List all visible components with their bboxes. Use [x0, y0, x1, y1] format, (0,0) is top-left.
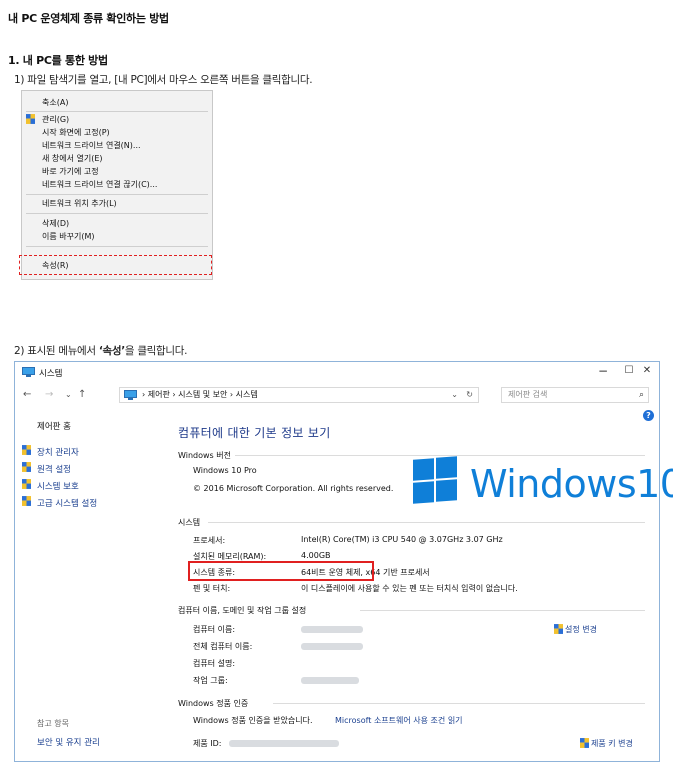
menu-separator	[26, 246, 208, 247]
group-divider	[360, 610, 645, 611]
group-divider	[235, 455, 645, 456]
step-2-post: 을 클릭합니다.	[124, 345, 188, 357]
menu-item-map-drive[interactable]: 네트워크 드라이브 연결(N)...	[42, 140, 141, 151]
address-row: ← → ⌄ ↑ › 제어판 › 시스템 및 보안 › 시스템 ⌄ ↻ 제어판 검…	[15, 384, 659, 406]
menu-separator	[26, 213, 208, 214]
sidebar-item-advanced[interactable]: 고급 시스템 설정	[22, 496, 98, 509]
refresh-icon[interactable]: ↻	[466, 388, 473, 402]
search-icon[interactable]: ⌕	[639, 388, 644, 402]
windows-logo-icon	[413, 456, 457, 504]
pen-touch-label: 펜 및 터치:	[193, 584, 231, 593]
computer-description-label: 컴퓨터 설명:	[193, 659, 236, 668]
menu-item-manage[interactable]: 관리(G)	[42, 114, 69, 125]
section-heading: 1. 내 PC를 통한 방법	[8, 54, 108, 67]
help-icon[interactable]: ?	[643, 410, 654, 421]
menu-item-pin-quick[interactable]: 바로 가기에 고정	[42, 166, 99, 177]
see-also-label: 참고 항목	[37, 719, 69, 728]
shield-icon	[554, 624, 563, 634]
system-group-label: 시스템	[178, 518, 201, 527]
step-2-bold: ‘속성’	[98, 345, 125, 357]
maximize-button[interactable]: ☐	[619, 365, 639, 376]
minimize-button[interactable]: −	[593, 364, 613, 378]
menu-separator	[26, 111, 208, 112]
redacted-value	[301, 626, 363, 633]
change-product-key-link[interactable]: 제품 키 변경	[580, 738, 633, 749]
title-bar: 시스템 − ☐ ✕	[15, 362, 659, 382]
sidebar-item-protection[interactable]: 시스템 보호	[22, 479, 79, 492]
ram-value: 4.00GB	[301, 551, 331, 560]
redacted-value	[301, 677, 359, 684]
menu-item-collapse[interactable]: 축소(A)	[42, 97, 68, 108]
processor-label: 프로세서:	[193, 536, 226, 545]
activation-group-label: Windows 정품 인증	[178, 699, 249, 708]
computer-name-label: 컴퓨터 이름:	[193, 625, 236, 634]
processor-value: Intel(R) Core(TM) i3 CPU 540 @ 3.07GHz 3…	[301, 535, 503, 544]
address-bar[interactable]: › 제어판 › 시스템 및 보안 › 시스템 ⌄ ↻	[119, 387, 479, 403]
search-placeholder: 제어판 검색	[508, 390, 548, 399]
sidebar-item-label: 원격 설정	[37, 465, 71, 475]
pen-touch-value: 이 디스플레이에 사용할 수 있는 펜 또는 터치식 입력이 없습니다.	[301, 584, 518, 593]
window-title: 시스템	[39, 369, 63, 379]
activation-text: Windows 정품 인증을 받았습니다.	[193, 716, 313, 725]
menu-item-rename[interactable]: 이름 바꾸기(M)	[42, 231, 95, 242]
copyright-text: © 2016 Microsoft Corporation. All rights…	[193, 484, 394, 493]
computer-name-group-label: 컴퓨터 이름, 도메인 및 작업 그룹 설정	[178, 606, 307, 615]
step-2-text: 2) 표시된 메뉴에서 ‘속성’을 클릭합니다.	[14, 343, 187, 358]
doc-title: 내 PC 운영체제 종류 확인하는 방법	[8, 12, 169, 25]
sidebar: 제어판 홈 장치 관리자 원격 설정 시스템 보호 고급 시스템 설정 참고 항…	[15, 412, 165, 762]
shield-icon	[22, 479, 31, 489]
address-dropdown-icon[interactable]: ⌄	[451, 388, 458, 402]
sidebar-home[interactable]: 제어판 홈	[37, 420, 71, 432]
menu-item-disconnect-drive[interactable]: 네트워크 드라이브 연결 끊기(C)...	[42, 179, 157, 190]
breadcrumb[interactable]: › 제어판 › 시스템 및 보안 › 시스템	[142, 388, 258, 402]
properties-highlight	[19, 255, 212, 275]
shield-icon	[22, 462, 31, 472]
menu-item-delete[interactable]: 삭제(D)	[42, 218, 69, 229]
menu-item-pin-start[interactable]: 시작 화면에 고정(P)	[42, 127, 110, 138]
change-settings-link[interactable]: 설정 변경	[554, 624, 597, 635]
system-window: 시스템 − ☐ ✕ ← → ⌄ ↑ › 제어판 › 시스템 및 보안 › 시스템…	[14, 361, 673, 762]
windows-wordmark: Windows10	[470, 462, 673, 506]
sidebar-item-remote[interactable]: 원격 설정	[22, 462, 71, 475]
redacted-value	[229, 740, 339, 747]
sidebar-item-security[interactable]: 보안 및 유지 관리	[37, 736, 100, 748]
up-arrow-icon[interactable]: ↑	[78, 389, 86, 400]
close-button[interactable]: ✕	[637, 365, 657, 376]
edition-group-label: Windows 버전	[178, 451, 231, 460]
step-2-pre: 2) 표시된 메뉴에서	[14, 345, 99, 357]
redacted-value	[301, 643, 363, 650]
sidebar-item-device-manager[interactable]: 장치 관리자	[22, 445, 79, 458]
back-arrow-icon[interactable]: ←	[23, 389, 31, 400]
sidebar-item-label: 고급 시스템 설정	[37, 499, 98, 509]
search-input[interactable]: 제어판 검색 ⌕	[501, 387, 649, 403]
chevron-down-icon[interactable]: ⌄	[65, 390, 72, 399]
sidebar-item-label: 시스템 보호	[37, 482, 79, 492]
license-link[interactable]: Microsoft 소프트웨어 사용 조건 읽기	[335, 715, 463, 726]
page-title: 컴퓨터에 대한 기본 정보 보기	[178, 426, 331, 440]
workgroup-label: 작업 그룹:	[193, 676, 228, 685]
full-computer-name-label: 전체 컴퓨터 이름:	[193, 642, 253, 651]
system-type-highlight	[188, 561, 374, 581]
menu-item-new-window[interactable]: 새 창에서 열기(E)	[42, 153, 103, 164]
forward-arrow-icon[interactable]: →	[45, 389, 53, 400]
context-menu: 축소(A) 관리(G) 시작 화면에 고정(P) 네트워크 드라이브 연결(N)…	[19, 90, 213, 280]
sidebar-item-label: 장치 관리자	[37, 448, 79, 458]
shield-icon	[22, 445, 31, 455]
change-product-key-label: 제품 키 변경	[591, 739, 633, 748]
step-1-text: 1) 파일 탐색기를 열고, [내 PC]에서 마우스 오른쪽 버튼을 클릭합니…	[14, 74, 313, 86]
menu-separator	[26, 194, 208, 195]
menu-item-add-network[interactable]: 네트워크 위치 추가(L)	[42, 198, 117, 209]
group-divider	[273, 703, 645, 704]
edition-text: Windows 10 Pro	[193, 466, 257, 475]
shield-icon	[580, 738, 589, 748]
product-id-label: 제품 ID:	[193, 739, 222, 748]
change-settings-label: 설정 변경	[565, 625, 597, 634]
shield-icon	[26, 114, 35, 124]
shield-icon	[22, 496, 31, 506]
monitor-icon	[22, 367, 35, 377]
group-divider	[208, 522, 645, 523]
control-panel-icon	[124, 390, 137, 400]
